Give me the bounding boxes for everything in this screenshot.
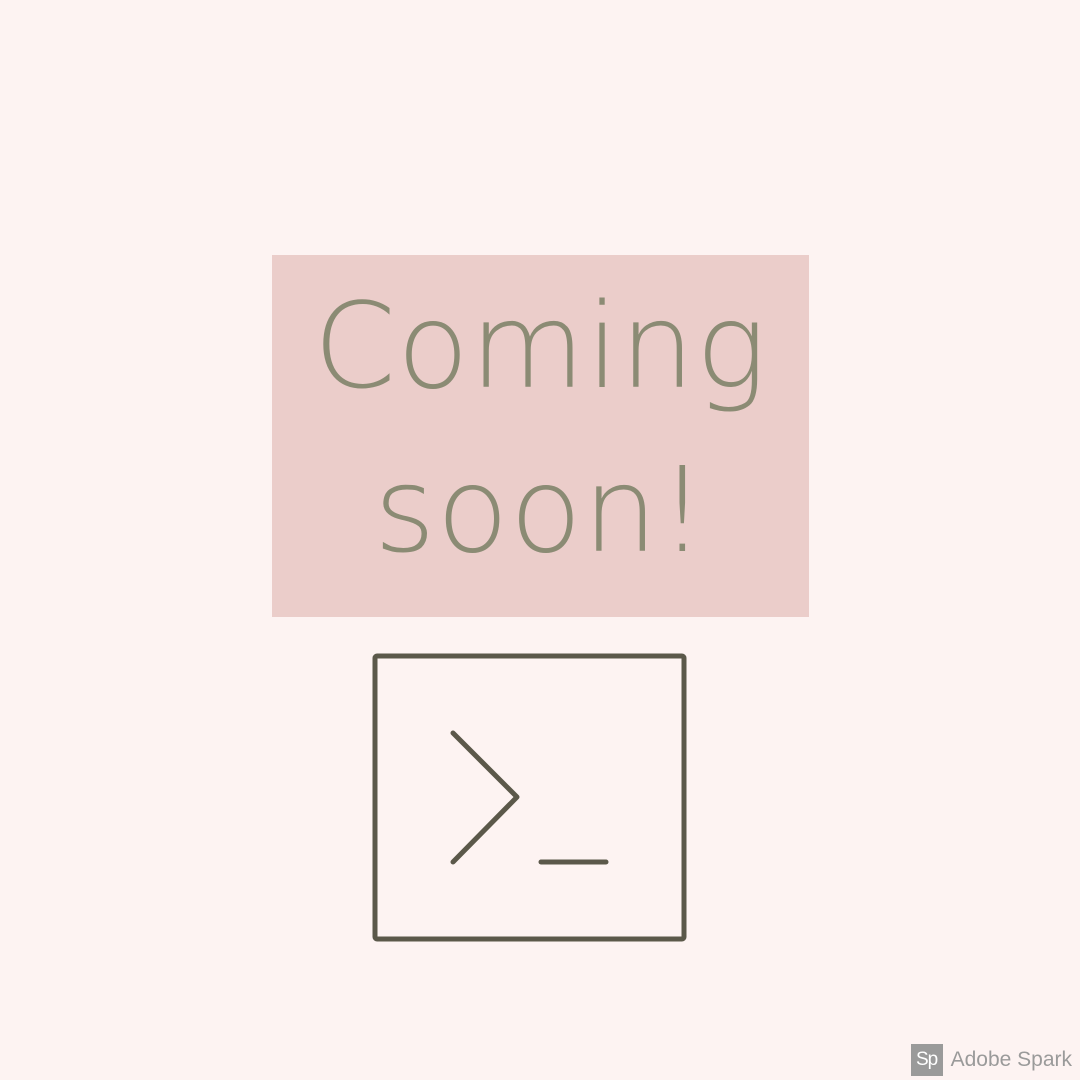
prompt-chevron	[450, 730, 520, 865]
adobe-spark-logo-icon: Sp	[910, 1044, 943, 1076]
headline-box: Coming soon!	[272, 255, 809, 617]
adobe-spark-watermark: Sp Adobe Spark	[910, 1044, 1072, 1076]
terminal-frame	[372, 653, 687, 942]
terminal-prompt-icon	[372, 653, 687, 942]
headline-line-1: Coming	[313, 277, 768, 415]
watermark-text: Adobe Spark	[950, 1048, 1072, 1071]
headline-line-2: soon!	[374, 441, 707, 579]
